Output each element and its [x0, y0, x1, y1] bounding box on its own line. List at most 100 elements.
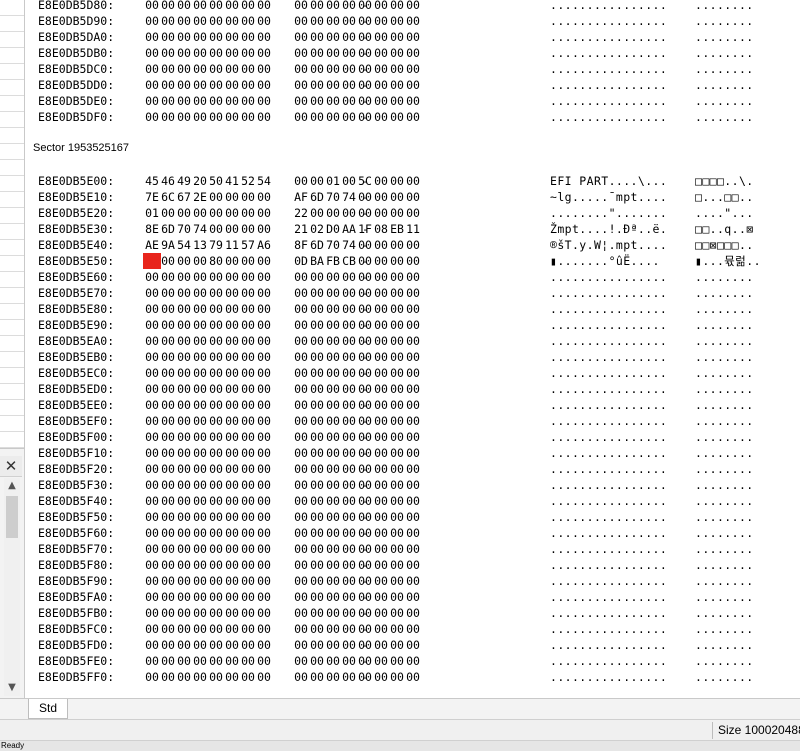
ascii-column[interactable]: ................	[550, 541, 667, 557]
hex-byte[interactable]: 00	[404, 429, 422, 445]
hex-byte[interactable]: 00	[255, 221, 273, 237]
hex-byte[interactable]: 00	[255, 541, 273, 557]
ascii-column[interactable]: ................	[550, 29, 667, 45]
ascii-column[interactable]: ▮.......°ûË....	[550, 253, 660, 269]
hex-byte[interactable]: 00	[404, 397, 422, 413]
hex-byte[interactable]: 00	[255, 61, 273, 77]
ascii-column[interactable]: ................	[550, 493, 667, 509]
hex-byte[interactable]: 00	[255, 29, 273, 45]
left-list-grid[interactable]	[0, 0, 24, 449]
ascii-column[interactable]: ................	[550, 93, 667, 109]
hex-byte[interactable]: 00	[255, 333, 273, 349]
unicode-column[interactable]: ........	[695, 669, 754, 685]
hex-byte[interactable]: 00	[404, 621, 422, 637]
unicode-column[interactable]: ........	[695, 429, 754, 445]
hex-byte[interactable]: 00	[255, 269, 273, 285]
unicode-column[interactable]: ........	[695, 317, 754, 333]
unicode-column[interactable]: ........	[695, 93, 754, 109]
unicode-column[interactable]: □□□□..\.	[695, 173, 754, 189]
vertical-scrollbar[interactable]: ▲ ▼	[4, 478, 20, 696]
hex-byte[interactable]: 00	[255, 317, 273, 333]
ascii-column[interactable]: ................	[550, 13, 667, 29]
hex-byte[interactable]: 00	[255, 621, 273, 637]
hex-byte[interactable]: 00	[255, 301, 273, 317]
hex-byte[interactable]: 00	[404, 461, 422, 477]
hex-byte[interactable]: 00	[404, 269, 422, 285]
hex-byte[interactable]: 00	[404, 445, 422, 461]
hex-byte[interactable]: 00	[404, 365, 422, 381]
unicode-column[interactable]: ........	[695, 301, 754, 317]
unicode-column[interactable]: ........	[695, 77, 754, 93]
ascii-column[interactable]: ................	[550, 589, 667, 605]
unicode-column[interactable]: ▮...뮧럶..	[695, 253, 761, 269]
scroll-up-icon[interactable]: ▲	[4, 478, 20, 494]
unicode-column[interactable]: ........	[695, 525, 754, 541]
ascii-column[interactable]: ®šT.y.W¦.mpt....	[550, 237, 667, 253]
hex-byte[interactable]: 00	[255, 93, 273, 109]
ascii-column[interactable]: ................	[550, 77, 667, 93]
hex-byte[interactable]: 00	[404, 77, 422, 93]
hex-byte[interactable]: 00	[404, 333, 422, 349]
hex-byte[interactable]: 00	[255, 589, 273, 605]
ascii-column[interactable]: ................	[550, 285, 667, 301]
hex-byte[interactable]: A6	[255, 237, 273, 253]
ascii-column[interactable]: ................	[550, 653, 667, 669]
hex-byte[interactable]: 00	[255, 493, 273, 509]
hex-byte[interactable]: 00	[404, 317, 422, 333]
unicode-column[interactable]: ........	[695, 285, 754, 301]
unicode-column[interactable]: □...□□..	[695, 189, 754, 205]
unicode-column[interactable]: ........	[695, 29, 754, 45]
hex-byte[interactable]: 00	[404, 189, 422, 205]
ascii-column[interactable]: ................	[550, 381, 667, 397]
ascii-column[interactable]: ................	[550, 461, 667, 477]
hex-byte[interactable]: 00	[255, 285, 273, 301]
unicode-column[interactable]: ........	[695, 509, 754, 525]
hex-byte[interactable]: 00	[404, 285, 422, 301]
unicode-column[interactable]: □□..q..⊠	[695, 221, 754, 237]
unicode-column[interactable]: □□⊠□□□..	[695, 237, 754, 253]
hex-byte[interactable]: 00	[404, 493, 422, 509]
hex-byte[interactable]: 00	[255, 381, 273, 397]
unicode-column[interactable]: ........	[695, 61, 754, 77]
hex-byte[interactable]: 00	[255, 445, 273, 461]
unicode-column[interactable]: ........	[695, 365, 754, 381]
unicode-column[interactable]: ........	[695, 397, 754, 413]
ascii-column[interactable]: ................	[550, 445, 667, 461]
ascii-column[interactable]: EFI PART....\...	[550, 173, 667, 189]
unicode-column[interactable]: ........	[695, 573, 754, 589]
close-icon[interactable]: ✕	[0, 456, 22, 477]
hex-byte[interactable]: 00	[404, 557, 422, 573]
hex-byte[interactable]: 00	[404, 349, 422, 365]
ascii-column[interactable]: ................	[550, 637, 667, 653]
unicode-column[interactable]: ........	[695, 653, 754, 669]
hex-byte[interactable]: 00	[404, 509, 422, 525]
hex-byte[interactable]: 00	[404, 29, 422, 45]
hex-byte[interactable]: 11	[404, 221, 422, 237]
hex-byte[interactable]: 00	[404, 93, 422, 109]
hex-byte[interactable]: 00	[404, 573, 422, 589]
hex-byte[interactable]: 00	[404, 637, 422, 653]
unicode-column[interactable]: ........	[695, 621, 754, 637]
ascii-column[interactable]: ................	[550, 301, 667, 317]
scroll-down-icon[interactable]: ▼	[4, 680, 20, 696]
unicode-column[interactable]: ........	[695, 637, 754, 653]
hex-byte[interactable]: 00	[255, 525, 273, 541]
hex-byte[interactable]: 00	[255, 477, 273, 493]
ascii-column[interactable]: ................	[550, 397, 667, 413]
hex-byte[interactable]: 00	[404, 653, 422, 669]
hex-byte[interactable]: 00	[255, 429, 273, 445]
hex-byte[interactable]: 00	[404, 61, 422, 77]
ascii-column[interactable]: ................	[550, 61, 667, 77]
ascii-column[interactable]: ................	[550, 605, 667, 621]
hex-byte[interactable]: 00	[255, 557, 273, 573]
unicode-column[interactable]: ........	[695, 13, 754, 29]
ascii-column[interactable]: ................	[550, 509, 667, 525]
hex-editor-view[interactable]: Sector 1953525167 E8E0DB5D80: 00 00 00 00 00 0…	[30, 0, 800, 698]
scroll-thumb[interactable]	[6, 496, 18, 538]
hex-byte[interactable]: 00	[404, 109, 422, 125]
ascii-column[interactable]: ................	[550, 525, 667, 541]
hex-byte[interactable]: 00	[404, 381, 422, 397]
hex-byte[interactable]: 00	[255, 77, 273, 93]
hex-byte[interactable]: 00	[255, 45, 273, 61]
hex-byte[interactable]: 00	[255, 0, 273, 13]
